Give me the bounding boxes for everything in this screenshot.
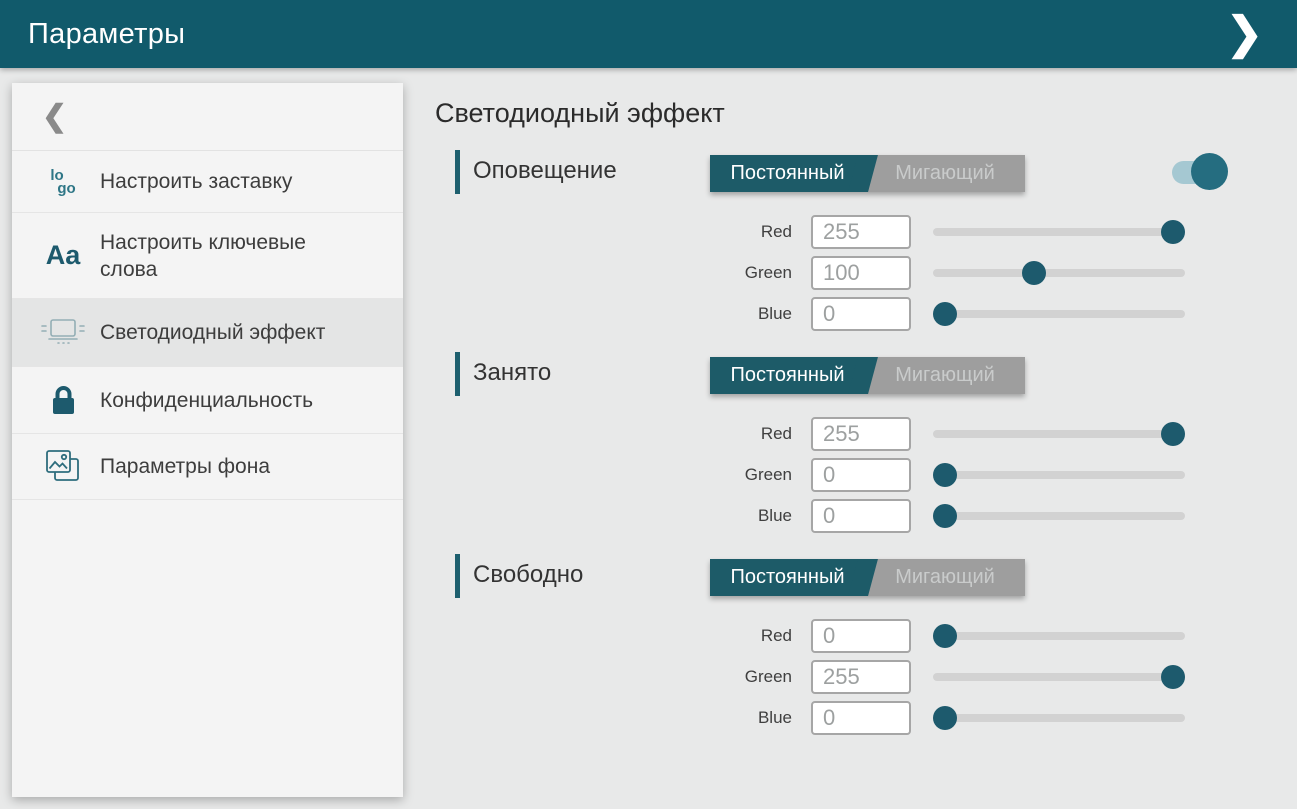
section-accent-bar	[455, 554, 460, 598]
blue-row: Blue	[435, 296, 1245, 332]
toggle-thumb[interactable]	[1191, 153, 1228, 190]
blue-label: Blue	[435, 506, 792, 526]
red-label: Red	[435, 626, 792, 646]
slider-thumb[interactable]	[933, 463, 957, 487]
blue-row: Blue	[435, 700, 1245, 736]
blue-slider[interactable]	[933, 302, 1185, 326]
lock-icon	[36, 385, 90, 416]
red-row: Red	[435, 618, 1245, 654]
sidebar-item-privacy[interactable]: Конфиденциальность	[12, 367, 403, 434]
blue-value-input[interactable]	[811, 499, 911, 533]
green-value-input[interactable]	[811, 458, 911, 492]
red-row: Red	[435, 416, 1245, 452]
slider-thumb[interactable]	[1161, 665, 1185, 689]
red-value-input[interactable]	[811, 619, 911, 653]
section-label: Занято	[473, 350, 551, 396]
green-row: Green	[435, 255, 1245, 291]
alert-led-toggle[interactable]	[1172, 153, 1228, 191]
section-alert: Оповещение Постоянный Мигающий Red Green…	[435, 148, 1245, 348]
slider-track	[933, 269, 1185, 277]
sidebar-item-label: Параметры фона	[100, 453, 350, 480]
red-row: Red	[435, 214, 1245, 250]
slider-track	[933, 673, 1185, 681]
sidebar-item-background[interactable]: Параметры фона	[12, 434, 403, 500]
blue-slider[interactable]	[933, 706, 1185, 730]
blue-label: Blue	[435, 304, 792, 324]
green-label: Green	[435, 263, 792, 283]
sidebar-item-led-effect[interactable]: Светодиодный эффект	[12, 299, 403, 367]
slider-thumb[interactable]	[933, 624, 957, 648]
slider-track	[933, 512, 1185, 520]
green-label: Green	[435, 465, 792, 485]
chevron-right-icon[interactable]: ❯	[1226, 0, 1269, 68]
blue-slider[interactable]	[933, 504, 1185, 528]
mode-blinking-button[interactable]: Мигающий	[865, 559, 1025, 596]
sidebar-item-label: Настроить ключевые слова	[100, 229, 350, 283]
mode-segmented-control: Постоянный Мигающий	[710, 559, 1025, 596]
sidebar-item-keywords[interactable]: Aa Настроить ключевые слова	[12, 213, 403, 299]
blue-value-input[interactable]	[811, 701, 911, 735]
green-slider[interactable]	[933, 665, 1185, 689]
sidebar-item-label: Светодиодный эффект	[100, 319, 350, 346]
slider-track	[933, 632, 1185, 640]
app-header: Параметры ❯	[0, 0, 1297, 68]
slider-thumb[interactable]	[933, 706, 957, 730]
page-title: Параметры	[28, 18, 185, 51]
mode-segmented-control: Постоянный Мигающий	[710, 357, 1025, 394]
logo-icon: lo go	[36, 169, 90, 195]
mode-constant-button[interactable]: Постоянный	[710, 559, 865, 596]
content-title: Светодиодный эффект	[435, 98, 725, 129]
blue-row: Blue	[435, 498, 1245, 534]
slider-track	[933, 714, 1185, 722]
slider-track	[933, 228, 1185, 236]
slider-thumb[interactable]	[1161, 220, 1185, 244]
section-accent-bar	[455, 352, 460, 396]
section-busy: Занято Постоянный Мигающий Red Green Blu…	[435, 350, 1245, 550]
green-label: Green	[435, 667, 792, 687]
sidebar-item-label: Конфиденциальность	[100, 387, 350, 414]
green-row: Green	[435, 659, 1245, 695]
led-screen-icon	[36, 318, 90, 348]
section-label: Свободно	[473, 552, 583, 598]
slider-track	[933, 471, 1185, 479]
red-slider[interactable]	[933, 220, 1185, 244]
background-images-icon	[36, 449, 90, 484]
red-label: Red	[435, 222, 792, 242]
slider-thumb[interactable]	[933, 504, 957, 528]
green-row: Green	[435, 457, 1245, 493]
slider-thumb[interactable]	[1161, 422, 1185, 446]
slider-thumb[interactable]	[933, 302, 957, 326]
green-value-input[interactable]	[811, 256, 911, 290]
chevron-left-icon: ❮	[42, 99, 67, 134]
settings-sidebar: ❮ lo go Настроить заставку Aa Настроить …	[12, 83, 403, 797]
mode-constant-button[interactable]: Постоянный	[710, 155, 865, 192]
red-label: Red	[435, 424, 792, 444]
green-value-input[interactable]	[811, 660, 911, 694]
mode-blinking-button[interactable]: Мигающий	[865, 155, 1025, 192]
red-value-input[interactable]	[811, 417, 911, 451]
back-button[interactable]: ❮	[12, 83, 403, 151]
blue-value-input[interactable]	[811, 297, 911, 331]
section-label: Оповещение	[473, 148, 617, 194]
green-slider[interactable]	[933, 261, 1185, 285]
section-accent-bar	[455, 150, 460, 194]
mode-segmented-control: Постоянный Мигающий	[710, 155, 1025, 192]
red-slider[interactable]	[933, 624, 1185, 648]
red-slider[interactable]	[933, 422, 1185, 446]
section-free: Свободно Постоянный Мигающий Red Green B…	[435, 552, 1245, 752]
blue-label: Blue	[435, 708, 792, 728]
slider-track	[933, 430, 1185, 438]
keywords-icon: Aa	[36, 240, 90, 271]
red-value-input[interactable]	[811, 215, 911, 249]
sidebar-item-label: Настроить заставку	[100, 168, 350, 195]
slider-track	[933, 310, 1185, 318]
slider-thumb[interactable]	[1022, 261, 1046, 285]
green-slider[interactable]	[933, 463, 1185, 487]
mode-constant-button[interactable]: Постоянный	[710, 357, 865, 394]
sidebar-item-screensaver[interactable]: lo go Настроить заставку	[12, 151, 403, 213]
mode-blinking-button[interactable]: Мигающий	[865, 357, 1025, 394]
